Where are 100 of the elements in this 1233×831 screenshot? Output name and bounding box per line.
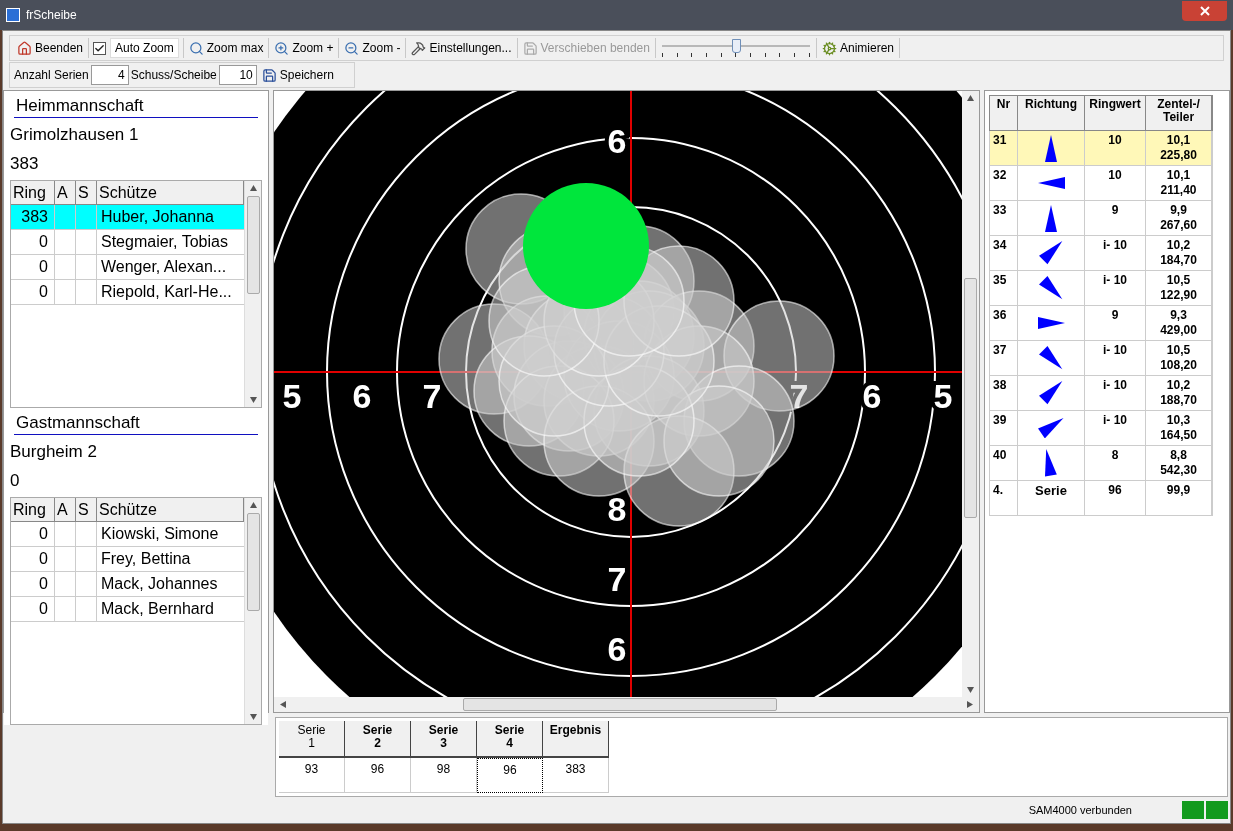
shooter-row[interactable]: 0 Kiowski, Simone xyxy=(11,522,244,547)
column-header[interactable]: Richtung xyxy=(1018,96,1085,130)
shot-row[interactable]: 4. Serie 96 99,9 xyxy=(989,481,1213,516)
scroll-down-icon[interactable] xyxy=(248,395,258,404)
shot-row[interactable]: 34 i- 10 10,2 184,70 xyxy=(989,236,1213,271)
tenth-value: 99,9 xyxy=(1165,483,1192,498)
shot-number: 33 xyxy=(990,201,1018,235)
column-header[interactable]: S xyxy=(76,181,97,204)
shooter-row[interactable]: 0 Wenger, Alexan... xyxy=(11,255,244,280)
checkbox[interactable] xyxy=(93,41,107,55)
shooter-cell-text: Mack, Bernhard xyxy=(100,599,215,619)
column-header[interactable]: Ergebnis xyxy=(543,721,609,758)
toolbar-button[interactable]: Beenden xyxy=(14,37,87,59)
shot-number: 4. xyxy=(990,481,1018,515)
teiler-value: 108,20 xyxy=(1159,358,1198,373)
shot-number: 31 xyxy=(990,131,1018,165)
close-button[interactable] xyxy=(1182,1,1227,21)
shot-row[interactable]: 40 8 8,8 542,30 xyxy=(989,446,1213,481)
column-header[interactable]: Zentel-/ Teiler xyxy=(1146,96,1212,130)
shot-number: 37 xyxy=(990,341,1018,375)
column-header[interactable]: Nr xyxy=(990,96,1018,130)
teiler-value: 188,70 xyxy=(1159,393,1198,408)
save-button[interactable]: Speichern xyxy=(258,64,337,86)
section-heading: Gastmannschaft xyxy=(14,412,258,435)
shot-row[interactable]: 36 9 9,3 429,00 xyxy=(989,306,1213,341)
scrollbar-thumb[interactable] xyxy=(246,513,260,611)
shooter-row[interactable]: 0 Mack, Johannes xyxy=(11,572,244,597)
toolbar-button[interactable]: Einstellungen... xyxy=(408,37,515,59)
column-header[interactable]: Serie 4 xyxy=(477,721,543,758)
ring-value: 8 xyxy=(1085,446,1146,480)
shot-row[interactable]: 37 i- 10 10,5 108,20 xyxy=(989,341,1213,376)
scroll-down-icon[interactable] xyxy=(966,685,975,694)
shot-number: 34 xyxy=(990,236,1018,270)
tenth-value: 10,5 xyxy=(1165,343,1192,358)
column-header[interactable]: Ring xyxy=(11,181,55,204)
zoom-in-icon xyxy=(274,40,290,56)
teiler-value: 211,40 xyxy=(1159,183,1198,198)
input-field[interactable]: 4 xyxy=(90,65,129,85)
shooter-row[interactable]: 0 Riepold, Karl-He... xyxy=(11,280,244,305)
team-name: Grimolzhausen 1 xyxy=(9,124,140,146)
field-label: Schuss/Scheibe xyxy=(130,67,217,84)
shooter-row[interactable]: 0 Frey, Bettina xyxy=(11,547,244,572)
table-cell: 98 xyxy=(411,758,477,793)
toolbar-button[interactable]: Zoom - xyxy=(341,37,404,59)
ring-cell: 0 xyxy=(11,522,55,546)
scrollbar-thumb[interactable] xyxy=(964,278,977,518)
shooter-row[interactable]: 0 Mack, Bernhard xyxy=(11,597,244,622)
direction-arrow-icon xyxy=(1045,134,1057,162)
tenth-value: 9,3 xyxy=(1169,308,1188,323)
scrollbar-thumb[interactable] xyxy=(463,698,777,711)
shot-number: 38 xyxy=(990,376,1018,410)
ring-value: i- 10 xyxy=(1085,236,1146,270)
ring-number: 6 xyxy=(352,377,372,415)
slider[interactable] xyxy=(661,37,810,59)
shot-row[interactable]: 31 10 10,1 225,80 xyxy=(989,131,1213,166)
column-header[interactable]: Ring xyxy=(11,498,55,521)
ring-value: i- 10 xyxy=(1085,341,1146,375)
shooter-row[interactable]: 383 Huber, Johanna xyxy=(11,205,244,230)
shot-row[interactable]: 33 9 9,9 267,60 xyxy=(989,201,1213,236)
direction-arrow-icon xyxy=(1038,417,1064,439)
scroll-up-icon[interactable] xyxy=(248,501,258,510)
shooter-cell-text: Frey, Bettina xyxy=(100,549,192,569)
ring-cell: 0 xyxy=(11,255,55,279)
series-label: Serie xyxy=(1035,482,1067,498)
shot-row[interactable]: 38 i- 10 10,2 188,70 xyxy=(989,376,1213,411)
ring-number: 7 xyxy=(607,560,627,598)
shooter-cell-text: Stegmaier, Tobias xyxy=(100,232,229,252)
column-header[interactable]: Serie 2 xyxy=(345,721,411,758)
column-header[interactable]: Serie 3 xyxy=(411,721,477,758)
column-header[interactable]: Serie 1 xyxy=(279,721,345,758)
column-header[interactable]: S xyxy=(76,498,97,521)
toolbar-button[interactable]: Zoom max xyxy=(185,37,267,59)
input-field[interactable]: 10 xyxy=(218,65,257,85)
teiler-value: 542,30 xyxy=(1159,463,1198,478)
shot-number: 35 xyxy=(990,271,1018,305)
scroll-left-icon[interactable] xyxy=(279,700,288,709)
tenth-value: 8,8 xyxy=(1169,448,1188,463)
toolbar-button[interactable]: Animieren xyxy=(818,37,897,59)
table-cell: 93 xyxy=(279,758,345,793)
toolbar-button[interactable]: Zoom + xyxy=(271,37,337,59)
ring-value: i- 10 xyxy=(1085,376,1146,410)
shot-row[interactable]: 32 10 10,1 211,40 xyxy=(989,166,1213,201)
shot-row[interactable]: 35 i- 10 10,5 122,90 xyxy=(989,271,1213,306)
column-header[interactable]: Ringwert xyxy=(1085,96,1146,130)
ring-cell: 0 xyxy=(11,572,55,596)
shot-row[interactable]: 39 i- 10 10,3 164,50 xyxy=(989,411,1213,446)
status-indicator-icon xyxy=(1182,801,1204,819)
ring-value: i- 10 xyxy=(1085,271,1146,305)
scrollbar-thumb[interactable] xyxy=(246,196,260,294)
window-title: frScheibe xyxy=(26,7,77,24)
column-header[interactable]: A xyxy=(55,498,76,521)
slider-thumb[interactable] xyxy=(731,39,741,53)
scroll-up-icon[interactable] xyxy=(966,94,975,103)
scroll-up-icon[interactable] xyxy=(248,184,258,193)
column-header[interactable]: A xyxy=(55,181,76,204)
shot-number: 39 xyxy=(990,411,1018,445)
shooter-cell-text: Kiowski, Simone xyxy=(100,524,220,544)
direction-arrow-icon xyxy=(1039,241,1063,265)
shooter-row[interactable]: 0 Stegmaier, Tobias xyxy=(11,230,244,255)
scroll-right-icon[interactable] xyxy=(965,700,974,709)
